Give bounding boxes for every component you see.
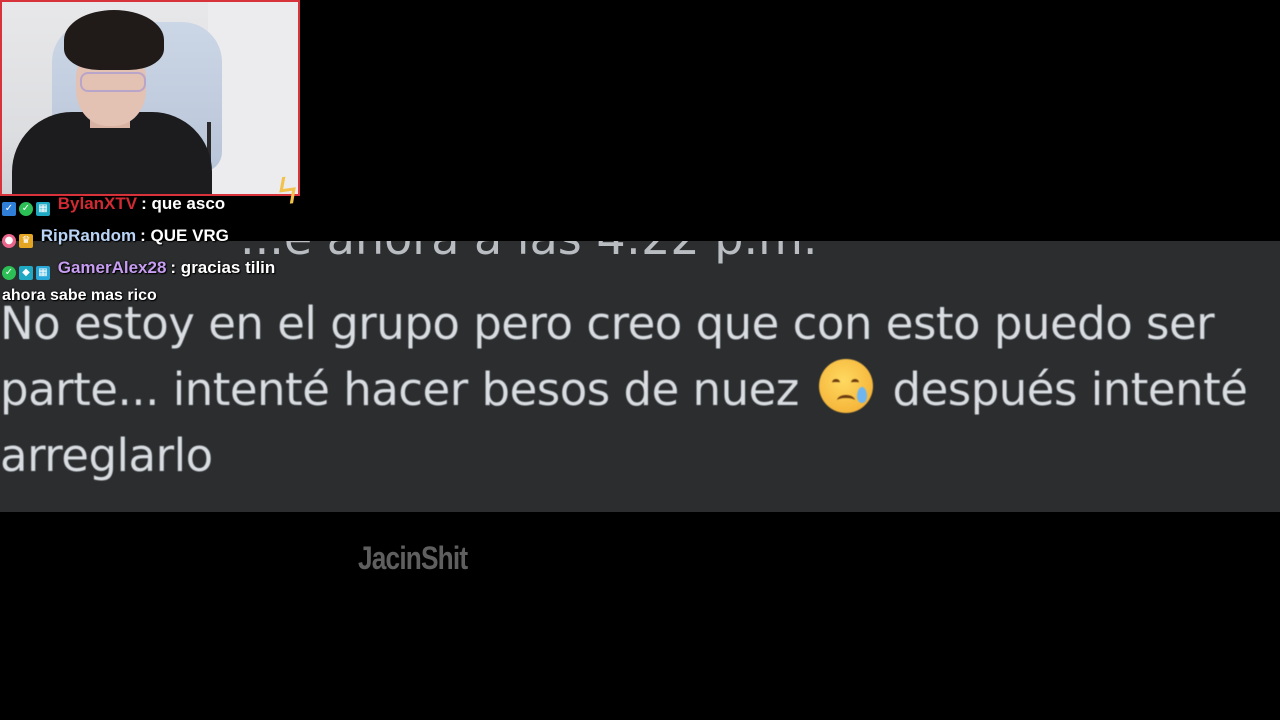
chat-message: ✓ ✓ ▦ BylanXTV: que asco [2, 194, 225, 216]
chat-username: RipRandom [40, 226, 137, 245]
cube-icon: ◆ [19, 266, 33, 280]
streamer-hair [64, 10, 164, 70]
chat-text: : QUE VRG [140, 226, 229, 245]
badge-icon: ▦ [36, 202, 50, 216]
post-text: No estoy en el grupo pero creo que con e… [0, 291, 1260, 489]
post-cut-text: ...e ahora a las 4:22 p.m. [240, 241, 818, 265]
webcam-overlay [0, 0, 300, 196]
post-line-1: No estoy en el grupo pero creo que con e… [0, 297, 1215, 350]
badge-icon: ▦ [36, 266, 50, 280]
crown-icon: ♛ [19, 234, 33, 248]
crying-face-emoji-icon [818, 359, 873, 413]
badge-icon: ● [2, 234, 16, 248]
verified-icon: ✓ [2, 266, 16, 280]
chat-username: GamerAlex28 [57, 258, 167, 277]
post-line-2a: parte... intenté hacer besos de nuez [0, 363, 799, 416]
chat-message-continuation: ahora sabe mas rico [2, 287, 157, 304]
post-panel: ...e ahora a las 4:22 p.m. No estoy en e… [0, 241, 1280, 512]
glasses [80, 72, 146, 92]
badge-icon: ✓ [2, 202, 16, 216]
post-line-2b: después intenté [892, 363, 1248, 416]
lightning-deco-icon: ϟ [273, 170, 303, 215]
chat-message: ● ♛ RipRandom: QUE VRG [2, 226, 229, 248]
watermark: JacinShit [358, 540, 468, 576]
chat-text: : que asco [141, 194, 226, 213]
verified-icon: ✓ [19, 202, 33, 216]
chat-username: BylanXTV [57, 194, 138, 213]
post-line-3: arreglarlo [0, 429, 213, 482]
chat-message: ✓ ◆ ▦ GamerAlex28: gracias tilin [2, 258, 275, 280]
chat-text: : gracias tilin [170, 258, 276, 277]
